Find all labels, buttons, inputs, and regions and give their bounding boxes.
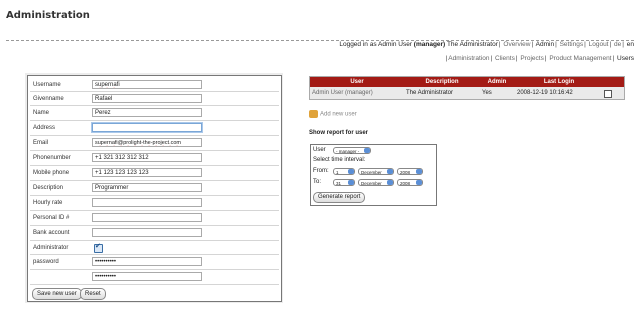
email-label: Email [33,140,49,146]
settings-link[interactable]: Settings [560,41,584,48]
hourly-rate-label: Hourly rate [33,200,63,206]
name-label: Name [33,110,50,116]
last-login-cell: 2008-12-19 10:16:42 [517,90,573,96]
users-table-header: User Description Admin Last Login [310,77,624,87]
sub-navigation: |Administration| Clients| Projects| Prod… [445,55,634,62]
col-description: Description [425,79,459,85]
nav-administration[interactable]: Administration [448,55,489,62]
personal-id-label: Personal ID # [33,215,70,221]
admin-link[interactable]: Admin [536,41,554,48]
mobile-phone-field[interactable]: +1 123 123 123 123 [92,168,202,177]
bank-account-label: Bank account [33,230,70,236]
login-role: (manager) [413,41,446,48]
overview-link[interactable]: Overview [503,41,530,48]
description-label: Description [33,185,64,191]
to-label: To: [313,179,322,185]
password-field[interactable]: •••••••••• [92,257,202,266]
password-label: password [33,259,59,265]
add-user-link[interactable]: Add new user [309,110,357,118]
table-row: Admin User (manager) The Administrator Y… [310,87,624,99]
bank-account-field[interactable] [92,228,202,237]
report-form: User - manager - Select time interval: F… [310,144,437,206]
description-cell: The Administrator [406,90,454,96]
hourly-rate-field[interactable] [92,198,202,207]
save-new-user-button[interactable]: Save new user [32,288,82,300]
report-title: Show report for user [309,130,369,136]
to-month-select[interactable]: December [358,179,394,186]
mobile-phone-label: Mobile phone [33,170,70,176]
from-day-select[interactable]: 1 [333,168,355,175]
to-day-select[interactable]: 31 [333,179,355,186]
nav-projects[interactable]: Projects [520,55,543,62]
interval-label: Select time interval: [313,157,366,163]
from-year-select[interactable]: 2008 [397,168,423,175]
administrator-label: Administrator [33,245,69,251]
name-field[interactable]: Perez [92,108,202,117]
email-field[interactable]: supernafi@prolight-the-project.com [92,138,202,147]
administrator-checkbox[interactable] [94,242,103,253]
nav-clients[interactable]: Clients [495,55,515,62]
user-select[interactable]: - manager - [333,147,371,154]
reset-button[interactable]: Reset [80,288,106,300]
description-field[interactable]: Programmer [92,183,202,192]
nav-users[interactable]: Users [617,55,634,62]
givenname-label: Givenname [33,96,64,102]
nav-product-management[interactable]: Product Management [549,55,611,62]
username-field[interactable]: supernafi [92,80,202,89]
phonenumber-label: Phonenumber [33,155,71,161]
to-year-select[interactable]: 2008 [397,179,423,186]
lang-en-link[interactable]: en [627,41,634,48]
login-name: The Administrator [446,41,498,48]
add-user-label: Add new user [320,111,357,118]
from-month-select[interactable]: December [358,168,394,175]
givenname-field[interactable]: Rafael [92,94,202,103]
col-last-login: Last Login [543,79,575,85]
from-label: From: [313,168,329,174]
logout-link[interactable]: Logout [589,41,609,48]
page-title: Administration [6,10,90,21]
edit-icon[interactable] [604,90,612,98]
login-bar: Logged in as Admin User (manager) The Ad… [339,41,634,48]
username-label: Username [33,82,61,88]
password-confirm-field[interactable]: •••••••••• [92,272,202,281]
user-cell[interactable]: Admin User (manager) [310,87,404,99]
address-label: Address [33,125,56,131]
col-user: User [350,79,364,85]
report-user-label: User [313,147,326,153]
col-admin: Admin [487,79,507,85]
user-form: Username supernafi Givenname Rafael Name Pe… [27,75,282,302]
admin-cell: Yes [482,90,492,96]
add-user-icon [309,110,318,118]
address-field[interactable] [92,123,202,132]
users-table: User Description Admin Last Login Admin … [309,76,625,100]
login-prefix: Logged in as Admin User [339,41,412,48]
phonenumber-field[interactable]: +1 321 312 312 312 [92,153,202,162]
personal-id-field[interactable] [92,213,202,222]
generate-report-button[interactable]: Generate report [313,192,366,203]
